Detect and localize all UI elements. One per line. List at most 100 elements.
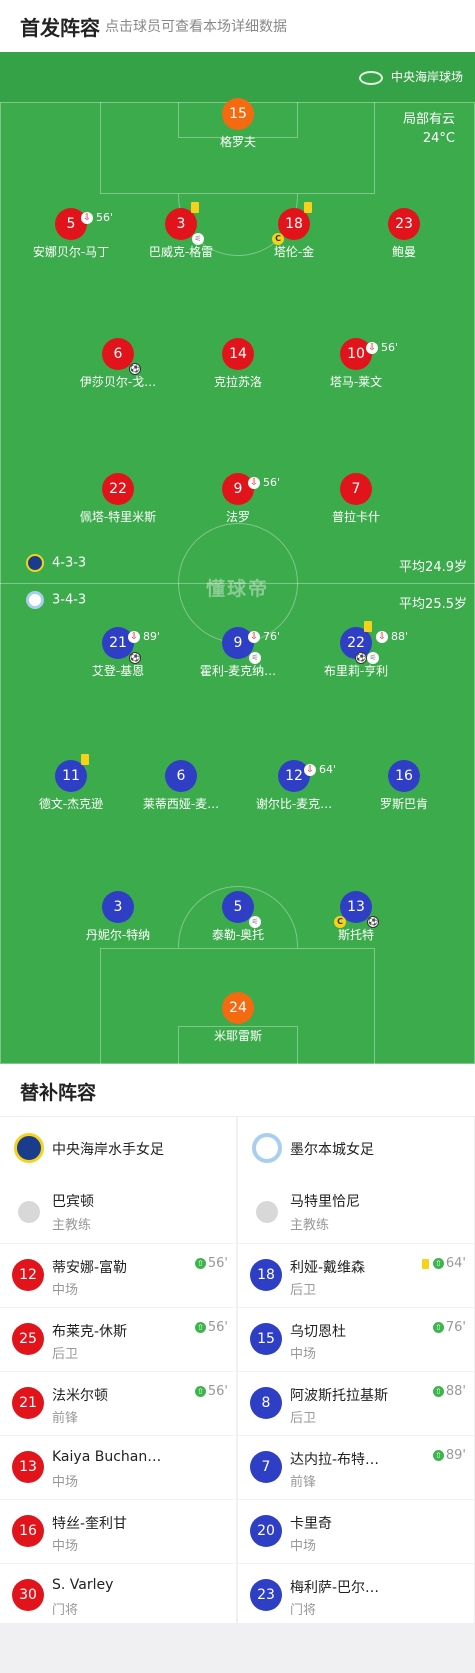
- sub-number: 21: [12, 1387, 44, 1419]
- captain-icon: C: [334, 916, 346, 928]
- pitch: 中央海岸球场 局部有云 24°C 懂球帝 15 格罗夫 5 ⇩ 56' 安娜贝尔-马…: [0, 52, 475, 1064]
- sub-position: 门将: [290, 1603, 317, 1618]
- player-home-mid-3[interactable]: 10 ⇩ 56' 塔马-莱文: [301, 338, 411, 390]
- temperature: 24°C: [422, 131, 455, 146]
- player-home-def-3[interactable]: 18 C 塔伦-金: [239, 202, 349, 260]
- player-name: 法罗: [225, 510, 250, 524]
- player-away-def-1[interactable]: 3 丹妮尔-特纳: [63, 891, 173, 943]
- away-substitutes: 墨尔本城女足 马特里恰尼 主教练 18 利娅-戴维森 后卫 ⇧ 64' 15 乌切恩杜 中场…: [238, 1117, 474, 1623]
- sub-number: 16: [12, 1515, 44, 1547]
- sub-name: 特丝-奎利甘: [52, 1516, 128, 1532]
- player-name: 丹妮尔-特纳: [85, 928, 151, 942]
- player-home-def-2[interactable]: 3 ⚟ 巴威克-格雷: [126, 202, 236, 260]
- player-name: 伊莎贝尔-戈…: [79, 375, 157, 389]
- weather-text: 局部有云: [402, 112, 455, 127]
- home-formation: 4-3-3: [26, 554, 86, 572]
- sub-player-row[interactable]: 16 特丝-奎利甘 中场: [0, 1499, 236, 1563]
- away-team-row[interactable]: 墨尔本城女足: [238, 1117, 474, 1181]
- sub-off-indicator: ⇩ 76': [248, 621, 280, 653]
- sub-off-indicator: ⇩ 88': [376, 621, 408, 653]
- player-number: 9: [233, 635, 243, 651]
- player-away-gk[interactable]: 24 米耶雷斯: [183, 992, 293, 1044]
- player-home-gk[interactable]: 15 格罗夫: [183, 98, 293, 150]
- sub-player-row[interactable]: 30 S. Varley 门将: [0, 1563, 236, 1627]
- sub-player-row[interactable]: 12 蒂安娜-富勒 中场 ⇧ 56': [0, 1243, 236, 1307]
- player-number: 14: [222, 338, 254, 370]
- sub-player-row[interactable]: 25 布莱克-休斯 后卫 ⇧ 56': [0, 1307, 236, 1371]
- sub-player-row[interactable]: 18 利娅-戴维森 后卫 ⇧ 64': [238, 1243, 474, 1307]
- player-name: 普拉卡什: [331, 510, 380, 524]
- player-number: 6: [165, 760, 197, 792]
- player-home-mid-2[interactable]: 14 克拉苏洛: [183, 338, 293, 390]
- away-team-logo: [252, 1133, 282, 1163]
- player-name: 塔马-莱文: [329, 375, 383, 389]
- player-number: 16: [388, 760, 420, 792]
- weather-info: 局部有云 24°C: [403, 110, 455, 148]
- player-number: 9: [233, 481, 243, 497]
- player-number: 21: [109, 635, 127, 651]
- home-team-logo: [26, 554, 44, 572]
- player-name: 塔伦-金: [273, 245, 315, 259]
- player-number: 12: [285, 768, 303, 784]
- away-coach[interactable]: 马特里恰尼 主教练: [238, 1181, 474, 1243]
- player-away-def-3[interactable]: 13 C ⚽ 斯托特: [301, 891, 411, 943]
- player-away-fwd-1[interactable]: 21 ⇩ 89' ⚽ 艾登-基恩: [63, 627, 173, 679]
- player-away-fwd-3[interactable]: 22 ⇩ 88' ⚽ ⚟ 布里莉-亨利: [301, 621, 411, 679]
- player-number: 24: [222, 992, 254, 1024]
- sub-player-row[interactable]: 13 Kaiya Buchan… 中场: [0, 1435, 236, 1499]
- yellow-card-icon: [191, 202, 199, 213]
- page-title: 首发阵容: [20, 16, 100, 40]
- player-name: 安娜贝尔-马丁: [32, 245, 110, 259]
- sub-on-icon: ⇧: [432, 1322, 444, 1333]
- sub-name: S. Varley: [52, 1577, 114, 1593]
- player-home-def-4[interactable]: 23 鲍曼: [349, 208, 459, 260]
- player-away-def-2[interactable]: 5 ⚟ 泰勒-奥托: [183, 891, 293, 943]
- sub-player-row[interactable]: 23 梅利萨-巴尔… 门将: [238, 1563, 474, 1627]
- player-away-mid-1[interactable]: 11 德文-杰克逊: [16, 754, 126, 812]
- player-away-fwd-2[interactable]: 9 ⇩ 76' ⚟ 霍利-麦克纳…: [183, 627, 293, 679]
- sub-on-icon: ⇧: [194, 1386, 206, 1397]
- sub-on-time: ⇧ 89': [432, 1448, 466, 1463]
- player-number: 11: [62, 768, 80, 784]
- sub-player-row[interactable]: 15 乌切恩杜 中场 ⇧ 76': [238, 1307, 474, 1371]
- player-number: 7: [340, 473, 372, 505]
- player-home-mid-1[interactable]: 6 ⚽ 伊莎贝尔-戈…: [63, 338, 173, 390]
- sub-name: 利娅-戴维森: [290, 1260, 366, 1276]
- sub-on-time: ⇧ 64': [421, 1256, 466, 1271]
- sub-number: 20: [250, 1515, 282, 1547]
- away-team-logo: [26, 591, 44, 609]
- player-number: 13: [347, 899, 365, 915]
- player-home-fwd-2[interactable]: 9 ⇩ 56' 法罗: [183, 473, 293, 525]
- sub-position: 中场: [52, 1283, 79, 1298]
- player-name: 克拉苏洛: [213, 375, 262, 389]
- yellow-card-icon: [421, 1258, 429, 1269]
- home-coach[interactable]: 巴宾顿 主教练: [0, 1181, 236, 1243]
- player-home-fwd-1[interactable]: 22 佩塔-特里米斯: [63, 473, 173, 525]
- sub-player-row[interactable]: 8 阿波斯托拉基斯 后卫 ⇧ 88': [238, 1371, 474, 1435]
- sub-player-row[interactable]: 7 达内拉-布特… 前锋 ⇧ 89': [238, 1435, 474, 1499]
- sub-position: 门将: [52, 1603, 79, 1618]
- sub-off-icon: ⇩: [248, 477, 260, 489]
- player-number: 3: [176, 216, 186, 232]
- sub-name: 阿波斯托拉基斯: [290, 1388, 388, 1404]
- player-number: 15: [222, 98, 254, 130]
- player-number: 5: [66, 216, 76, 232]
- assist-icon: ⚟: [249, 652, 261, 664]
- sub-on-icon: ⇧: [432, 1258, 444, 1269]
- player-home-fwd-3[interactable]: 7 普拉卡什: [301, 473, 411, 525]
- player-away-mid-3[interactable]: 12 ⇩ 64' 谢尔比-麦克…: [239, 760, 349, 812]
- sub-name: 布莱克-休斯: [52, 1324, 128, 1340]
- player-away-mid-4[interactable]: 16 罗斯巴肯: [349, 760, 459, 812]
- home-team-row[interactable]: 中央海岸水手女足: [0, 1117, 236, 1181]
- player-home-def-1[interactable]: 5 ⇩ 56' 安娜贝尔-马丁: [16, 208, 126, 260]
- away-avg-age: 平均25.5岁: [399, 597, 467, 612]
- sub-off-icon: ⇩: [128, 631, 140, 643]
- player-away-mid-2[interactable]: 6 莱蒂西娅-麦…: [126, 760, 236, 812]
- sub-position: 中场: [290, 1539, 317, 1554]
- sub-player-row[interactable]: 20 卡里奇 中场: [238, 1499, 474, 1563]
- player-name: 德文-杰克逊: [38, 797, 104, 811]
- player-name: 布里莉-亨利: [323, 664, 389, 678]
- sub-number: 18: [250, 1259, 282, 1291]
- coach-role: 主教练: [52, 1218, 92, 1233]
- sub-player-row[interactable]: 21 法米尔顿 前锋 ⇧ 56': [0, 1371, 236, 1435]
